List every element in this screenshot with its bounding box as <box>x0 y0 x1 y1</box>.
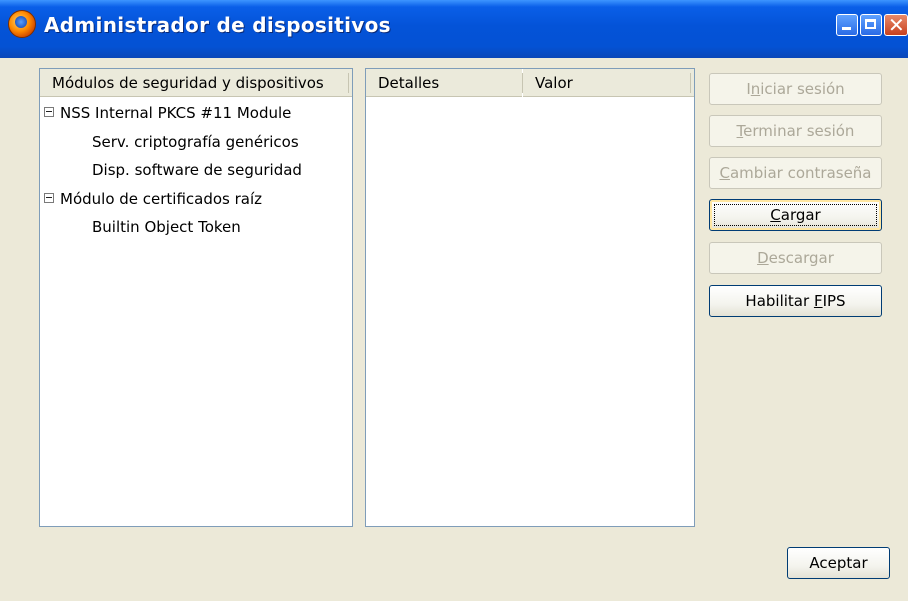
change-password-button[interactable]: Cambiar contraseña <box>709 157 882 189</box>
tree-item-builtin-token[interactable]: Builtin Object Token <box>40 213 352 241</box>
modules-column-header[interactable]: Módulos de seguridad y dispositivos <box>40 69 352 97</box>
tree-item-label: Serv. criptografía genéricos <box>92 133 299 151</box>
ok-button[interactable]: Aceptar <box>787 547 890 579</box>
tree-item-generic-crypto[interactable]: Serv. criptografía genéricos <box>40 128 352 156</box>
logout-button[interactable]: Terminar sesión <box>709 115 882 147</box>
tree-item-label: Módulo de certificados raíz <box>60 190 263 208</box>
device-manager-window: Administrador de dispositivos ✕ Módulos … <box>0 0 908 601</box>
load-button[interactable]: Cargar <box>709 199 882 231</box>
button-accesskey: C <box>770 206 781 224</box>
unload-button[interactable]: Descargar <box>709 242 882 274</box>
close-icon[interactable]: ✕ <box>884 13 908 37</box>
column-divider <box>348 73 349 93</box>
button-accesskey: F <box>813 292 823 310</box>
tree-item-software-security[interactable]: Disp. software de seguridad <box>40 156 352 184</box>
details-column-header[interactable]: Detalles <box>366 69 522 97</box>
modules-tree-panel[interactable]: Módulos de seguridad y dispositivos NSS … <box>39 68 353 527</box>
button-label-post: ambiar contraseña <box>729 164 872 182</box>
tree-item-nss-internal[interactable]: NSS Internal PKCS #11 Module <box>40 99 352 127</box>
login-button[interactable]: Iniciar sesión <box>709 73 882 105</box>
button-accesskey: D <box>757 249 769 267</box>
button-label-post: argar <box>780 206 821 224</box>
button-accesskey: C <box>719 164 730 182</box>
button-label-post: erminar sesión <box>743 122 855 140</box>
tree-item-label: Disp. software de seguridad <box>92 161 302 179</box>
minimize-icon[interactable] <box>836 14 858 36</box>
collapse-icon[interactable] <box>44 193 54 203</box>
tree-item-root-certs[interactable]: Módulo de certificados raíz <box>40 185 352 213</box>
button-accesskey: n <box>750 80 761 98</box>
enable-fips-button[interactable]: Habilitar FIPS <box>709 285 882 317</box>
button-label-post: escargar <box>768 249 834 267</box>
title-bar[interactable]: Administrador de dispositivos ✕ <box>0 0 908 58</box>
details-panel[interactable]: Detalles Valor <box>365 68 695 527</box>
tree-item-label: NSS Internal PKCS #11 Module <box>60 104 292 122</box>
firefox-icon <box>8 10 36 38</box>
button-label-post: iciar sesión <box>760 80 845 98</box>
maximize-icon[interactable] <box>860 14 882 36</box>
column-divider <box>690 73 691 93</box>
button-label-post: IPS <box>822 292 846 310</box>
value-column-header[interactable]: Valor <box>523 69 694 97</box>
tree-item-label: Builtin Object Token <box>92 218 241 236</box>
collapse-icon[interactable] <box>44 107 54 117</box>
window-title: Administrador de dispositivos <box>44 13 391 37</box>
button-label-pre: Habilitar <box>745 292 814 310</box>
